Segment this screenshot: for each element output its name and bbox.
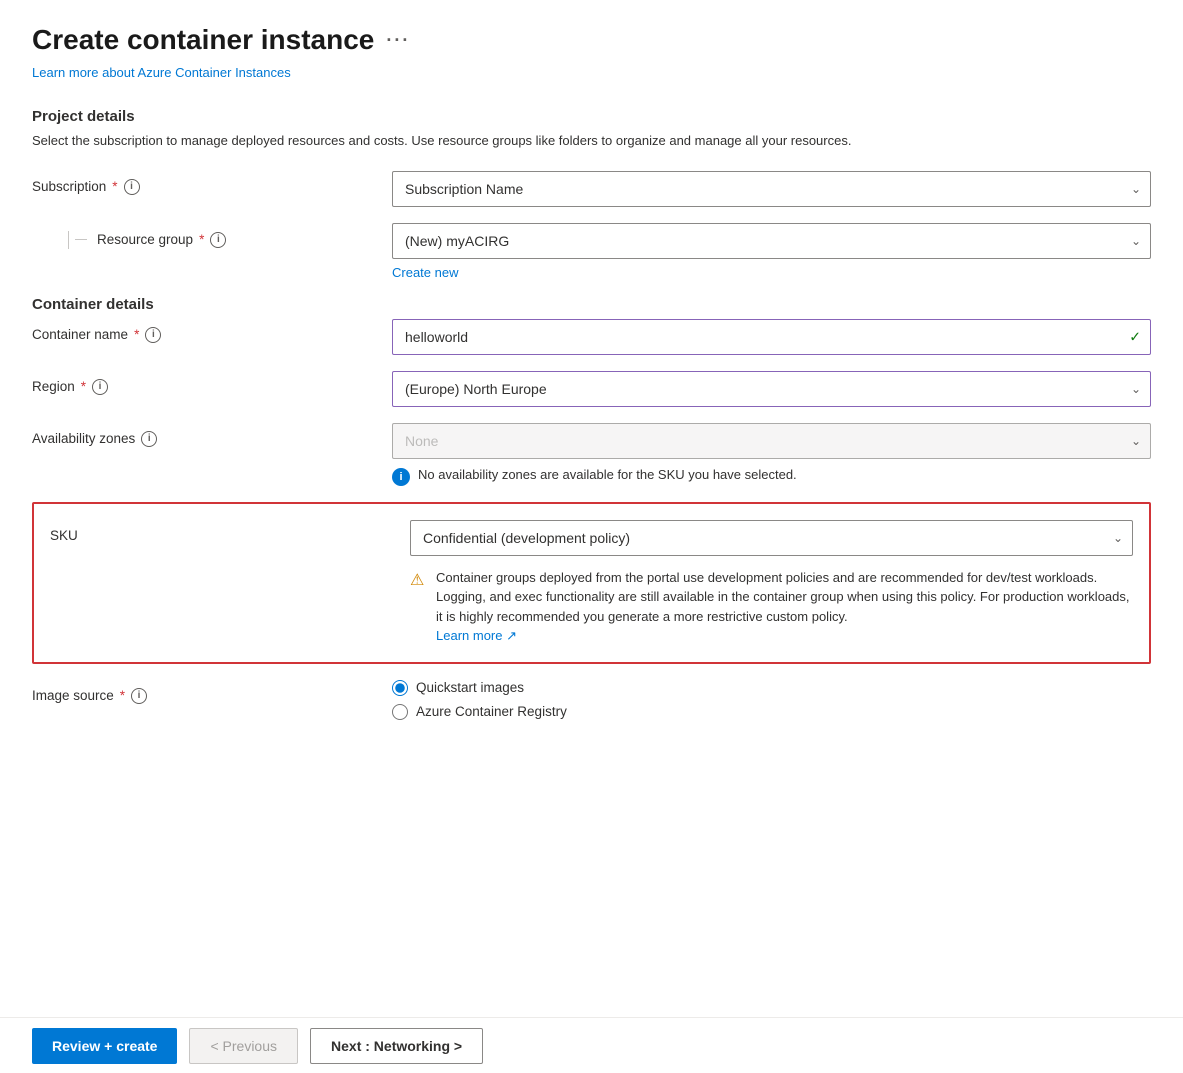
container-name-info-icon[interactable]: i: [145, 327, 161, 343]
image-source-quickstart-label: Quickstart images: [416, 680, 524, 695]
image-source-info-icon[interactable]: i: [131, 688, 147, 704]
region-select-wrapper: (Europe) North Europe ⌄: [392, 371, 1151, 407]
container-name-label: Container name: [32, 327, 128, 342]
page-title: Create container instance: [32, 24, 374, 56]
bottom-bar: Review + create < Previous Next : Networ…: [0, 1017, 1183, 1073]
create-new-link[interactable]: Create new: [392, 265, 458, 280]
image-source-quickstart-option: Quickstart images: [392, 680, 1151, 696]
image-source-acr-label: Azure Container Registry: [416, 704, 567, 719]
sku-external-link-icon: ↗: [506, 628, 517, 643]
info-circle-icon: i: [392, 468, 410, 486]
sku-learn-more-link[interactable]: Learn more ↗: [436, 628, 517, 643]
ellipsis-menu[interactable]: ···: [386, 30, 410, 51]
availability-zones-select[interactable]: None: [392, 423, 1151, 459]
sku-control-col: Confidential (development policy) ⌄ ⚠ Co…: [410, 520, 1133, 646]
sku-section: SKU Confidential (development policy) ⌄ …: [32, 502, 1151, 664]
container-name-row: Container name * i ✓: [32, 319, 1151, 355]
subscription-info-icon[interactable]: i: [124, 179, 140, 195]
image-source-acr-radio[interactable]: [392, 704, 408, 720]
sku-label: SKU: [50, 528, 78, 543]
image-source-acr-option: Azure Container Registry: [392, 704, 1151, 720]
subscription-label: Subscription: [32, 179, 106, 194]
availability-zones-control-col: None ⌄ i No availability zones are avail…: [392, 423, 1151, 486]
region-row: Region * i (Europe) North Europe ⌄: [32, 371, 1151, 407]
availability-zones-select-wrapper: None ⌄: [392, 423, 1151, 459]
resource-group-select[interactable]: (New) myACIRG: [392, 223, 1151, 259]
image-source-quickstart-radio[interactable]: [392, 680, 408, 696]
learn-more-aci-link[interactable]: Learn more about Azure Container Instanc…: [32, 65, 291, 80]
sku-label-col: SKU: [50, 520, 410, 543]
availability-zones-label: Availability zones: [32, 431, 135, 446]
resource-group-required: *: [199, 232, 204, 247]
resource-group-label-col: Resource group * i: [32, 223, 392, 249]
page-title-container: Create container instance ···: [32, 24, 1151, 56]
sku-select[interactable]: Confidential (development policy): [410, 520, 1133, 556]
availability-zones-message-text: No availability zones are available for …: [418, 467, 797, 482]
region-label-col: Region * i: [32, 371, 392, 395]
region-label: Region: [32, 379, 75, 394]
project-details-title: Project details: [32, 108, 1151, 125]
resource-group-row: Resource group * i (New) myACIRG ⌄ Creat…: [32, 223, 1151, 280]
sku-row: SKU Confidential (development policy) ⌄ …: [50, 520, 1133, 646]
availability-zones-row: Availability zones i None ⌄ i No availab…: [32, 423, 1151, 486]
image-source-label-col: Image source * i: [32, 680, 392, 704]
subscription-select-wrapper: Subscription Name ⌄: [392, 171, 1151, 207]
region-select[interactable]: (Europe) North Europe: [392, 371, 1151, 407]
availability-zones-label-col: Availability zones i: [32, 423, 392, 447]
image-source-control-col: Quickstart images Azure Container Regist…: [392, 680, 1151, 728]
availability-zones-message: i No availability zones are available fo…: [392, 467, 1151, 486]
project-details-desc: Select the subscription to manage deploy…: [32, 131, 1151, 151]
sku-warning-text: Container groups deployed from the porta…: [436, 568, 1133, 646]
subscription-control-col: Subscription Name ⌄: [392, 171, 1151, 207]
image-source-required: *: [120, 688, 125, 703]
sku-select-wrapper: Confidential (development policy) ⌄: [410, 520, 1133, 556]
region-info-icon[interactable]: i: [92, 379, 108, 395]
container-name-label-col: Container name * i: [32, 319, 392, 343]
sku-warning-message: ⚠ Container groups deployed from the por…: [410, 568, 1133, 646]
resource-group-info-icon[interactable]: i: [210, 232, 226, 248]
previous-button[interactable]: < Previous: [189, 1028, 298, 1064]
resource-group-label: Resource group: [97, 232, 193, 247]
subscription-select[interactable]: Subscription Name: [392, 171, 1151, 207]
resource-group-control-col: (New) myACIRG ⌄ Create new: [392, 223, 1151, 280]
subscription-required: *: [112, 179, 117, 194]
region-required: *: [81, 379, 86, 394]
container-name-required: *: [134, 327, 139, 342]
sku-warning-icon: ⚠: [410, 569, 428, 593]
image-source-label: Image source: [32, 688, 114, 703]
region-control-col: (Europe) North Europe ⌄: [392, 371, 1151, 407]
image-source-row: Image source * i Quickstart images Azure…: [32, 680, 1151, 728]
container-name-control-col: ✓: [392, 319, 1151, 355]
container-name-input-wrapper: ✓: [392, 319, 1151, 355]
resource-group-select-wrapper: (New) myACIRG ⌄: [392, 223, 1151, 259]
next-networking-button[interactable]: Next : Networking >: [310, 1028, 483, 1064]
subscription-row: Subscription * i Subscription Name ⌄: [32, 171, 1151, 207]
container-name-input[interactable]: [392, 319, 1151, 355]
subscription-label-col: Subscription * i: [32, 171, 392, 195]
availability-zones-info-icon[interactable]: i: [141, 431, 157, 447]
container-details-title: Container details: [32, 296, 1151, 313]
review-create-button[interactable]: Review + create: [32, 1028, 177, 1064]
